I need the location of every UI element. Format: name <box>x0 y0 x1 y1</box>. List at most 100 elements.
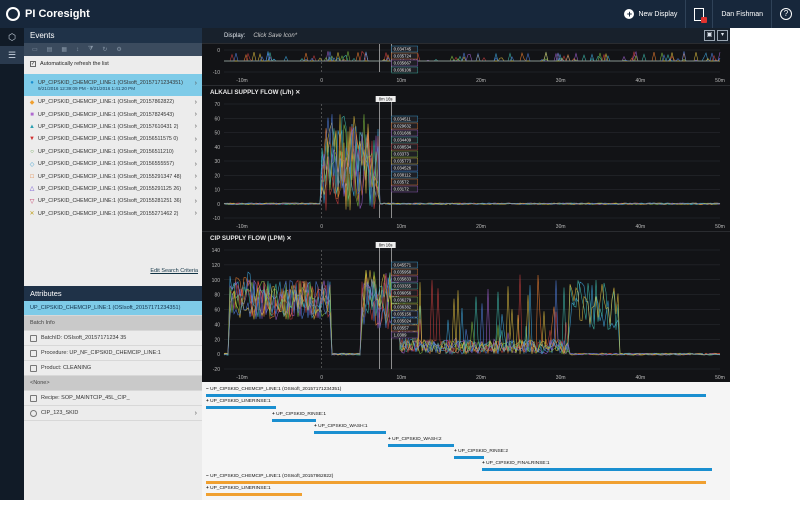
attributes-group-batch-info[interactable]: Batch Info <box>24 316 202 331</box>
x-tick-label: 10m <box>396 375 406 381</box>
event-list-item[interactable]: ✕ UP_CIPSKID_CHEMCIP_LINE:1 (OSIsoft_2015… <box>24 208 202 220</box>
gantt-row[interactable]: + UP_CIPSKID_FINALRINSE:1 <box>482 461 712 472</box>
auto-refresh-checkbox[interactable]: ✓ <box>30 60 36 67</box>
trend-series-line <box>223 126 721 205</box>
gantt-row[interactable]: + UP_CIPSKID_LINERINSE:1 <box>206 399 276 410</box>
y-tick-label: 20 <box>214 173 220 179</box>
attribute-icon <box>30 394 37 402</box>
settings-icon[interactable]: ⚙ <box>116 46 121 53</box>
gantt-timeline[interactable]: − UP_CIPSKID_CHEMCIP_LINE:1 (OSIsoft_201… <box>202 382 730 500</box>
gantt-row[interactable]: + UP_CIPSKID_RINSE:2 <box>454 449 508 459</box>
filter-icon[interactable]: ⧩ <box>88 46 93 53</box>
dropdown-icon[interactable]: ▾ <box>717 30 728 41</box>
cursor-value: 0.036279 <box>394 298 412 303</box>
event-list-item[interactable]: □ UP_CIPSKID_CHEMCIP_LINE:1 (OSIsoft_2015… <box>24 170 202 182</box>
y-tick-label: 70 <box>214 102 220 108</box>
plus-icon: + <box>624 9 635 19</box>
event-list-item[interactable]: ▲ UP_CIPSKID_CHEMCIP_LINE:1 (OSIsoft_2015… <box>24 121 202 133</box>
gantt-row[interactable]: + UP_CIPSKID_LINERINSE:1 <box>206 486 302 497</box>
event-list-item[interactable]: ▽ UP_CIPSKID_CHEMCIP_LINE:1 (OSIsoft_2015… <box>24 195 202 207</box>
help-button[interactable]: ? <box>771 0 800 28</box>
floppy-icon[interactable]: ▣ <box>704 30 715 41</box>
gantt-label: − UP_CIPSKID_CHEMCIP_LINE:1 (OSIsoft_201… <box>206 473 334 479</box>
attributes-selected-event[interactable]: UP_CIPSKID_CHEMCIP_LINE:1 (OSIsoft_20157… <box>24 301 202 316</box>
auto-refresh-row[interactable]: ✓ Automatically refresh the list <box>24 56 202 71</box>
rail-events-button[interactable]: ☰ <box>0 46 24 64</box>
event-list-item[interactable]: ◆ UP_CIPSKID_CHEMCIP_LINE:1 (OSIsoft_2015… <box>24 96 202 108</box>
pi-logo-icon <box>6 7 20 21</box>
event-list-item[interactable]: ○ UP_CIPSKID_CHEMCIP_LINE:1 (OSIsoft_2015… <box>24 146 202 158</box>
top-bar: PI Coresight + New Display Dan Fishman ? <box>0 0 800 28</box>
refresh-icon[interactable]: ↻ <box>102 46 107 53</box>
x-tick-label: 10m <box>396 78 406 84</box>
gantt-row[interactable]: − UP_CIPSKID_CHEMCIP_LINE:1 (OSIsoft_201… <box>206 387 706 397</box>
attribute-label: Recipe: SOP_MAINTCIP_45L_CIP_ <box>41 395 130 401</box>
x-tick-label: 30m <box>556 375 566 381</box>
event-label: UP_CIPSKID_CHEMCIP_LINE:1 (OSIsoft_20156… <box>38 136 179 143</box>
x-tick-label: -10m <box>236 375 247 381</box>
gantt-label: + UP_CIPSKID_LINERINSE:1 <box>206 399 271 405</box>
y-tick-label: -20 <box>213 367 220 373</box>
attribute-batch-id[interactable]: BatchID: OSIsoft_20157171234 35 <box>24 331 202 346</box>
event-list-item[interactable]: ▼ UP_CIPSKID_CHEMCIP_LINE:1 (OSIsoft_2015… <box>24 133 202 145</box>
attribute-label: Product: CLEANING <box>41 365 92 371</box>
gantt-label: + UP_CIPSKID_FINALRINSE:1 <box>482 461 550 467</box>
compare-icon[interactable]: ▭ <box>32 46 38 53</box>
trend-pane-alkali-supply-flow[interactable]: 70 60 50 40 30 20 10 0 -10 -10m 0 10m 20m 30m 40m 50m 8m… <box>202 85 730 231</box>
chevron-right-icon: › <box>194 197 197 205</box>
edit-search-criteria-link[interactable]: Edit Search Criteria <box>150 268 198 274</box>
gantt-row[interactable]: + UP_CIPSKID_WASH:1 <box>314 424 386 435</box>
gantt-row[interactable]: + UP_CIPSKID_RINSE:1 <box>272 411 326 422</box>
series-marker-icon: ▲ <box>29 123 35 130</box>
attributes-group-none[interactable]: <None> <box>24 376 202 391</box>
gantt-bar <box>272 418 316 422</box>
trend-chart: 0 -10 -10m 0 10m 20m 30m 40m 50m 0.034745 0.035724… <box>213 44 725 84</box>
new-display-button[interactable]: + New Display <box>616 0 685 28</box>
event-list-item[interactable]: ◇ UP_CIPSKID_CHEMCIP_LINE:1 (OSIsoft_2015… <box>24 158 202 170</box>
trend-series-line <box>223 114 721 207</box>
alerts-button[interactable] <box>685 0 712 28</box>
app-logo[interactable]: PI Coresight <box>6 7 90 21</box>
sort-icon[interactable]: ↕ <box>76 47 79 53</box>
gantt-label: − UP_CIPSKID_CHEMCIP_LINE:1 (OSIsoft_201… <box>206 387 342 392</box>
left-rail: ⬡ ☰ <box>0 28 24 506</box>
attribute-recipe[interactable]: Recipe: SOP_MAINTCIP_45L_CIP_ <box>24 391 202 406</box>
x-tick-label: 30m <box>556 224 566 230</box>
y-tick-label: 30 <box>214 159 220 165</box>
attribute-icon <box>30 334 37 342</box>
series-marker-icon: ◇ <box>29 161 35 168</box>
list-icon[interactable]: ▤ <box>47 46 53 53</box>
attribute-product[interactable]: Product: CLEANING <box>24 361 202 376</box>
series-marker-icon: ▽ <box>29 198 35 205</box>
trend-series-line <box>223 123 720 209</box>
y-tick-label: 0 <box>217 202 220 208</box>
attribute-procedure[interactable]: Procedure: UP_NF_CIPSKID_CHEMCIP_LINE:1 <box>24 346 202 361</box>
grid-icon[interactable]: ▦ <box>61 46 67 53</box>
trend-pane-cip-supply-flow[interactable]: 140 120 100 80 60 40 20 0 -20 -10m 0 10m 20m 30m 40m 50… <box>202 231 730 382</box>
cursor-value: 1.0389 <box>394 333 407 338</box>
trend-pane-top[interactable]: 0 -10 -10m 0 10m 20m 30m 40m 50m 0.034745 0.035724… <box>202 43 730 85</box>
x-tick-label: 40m <box>635 224 645 230</box>
user-menu[interactable]: Dan Fishman <box>712 0 771 28</box>
cursor-badge-label: 8m 16s <box>379 242 393 247</box>
event-label: UP_CIPSKID_CHEMCIP_LINE:1 (OSIsoft_20157… <box>38 123 179 130</box>
display-area: Display: Click Save Icon* ▣ ▾ 0 -10 -10m 0 1… <box>202 28 730 500</box>
gantt-bar <box>206 493 302 497</box>
y-tick-label: 60 <box>214 116 220 122</box>
chevron-right-icon: › <box>194 123 197 131</box>
chevron-right-icon: › <box>194 80 197 87</box>
gantt-row[interactable]: − UP_CIPSKID_CHEMCIP_LINE:1 (OSIsoft_201… <box>206 473 706 484</box>
event-list-item[interactable]: ● UP_CIPSKID_CHEMCIP_LINE:1 (OSIsoft_2015… <box>24 74 202 96</box>
attribute-skid[interactable]: CIP_123_SKID › <box>24 406 202 421</box>
cursor-value: 0.035024 <box>394 319 412 324</box>
display-tools: ▣ ▾ <box>704 30 728 41</box>
cursor-value: 0.031686 <box>394 131 412 136</box>
gantt-row[interactable]: + UP_CIPSKID_WASH:2 <box>388 436 454 447</box>
rail-cube-button[interactable]: ⬡ <box>0 28 24 46</box>
series-marker-icon: ■ <box>30 111 34 118</box>
event-list-item[interactable]: ■ UP_CIPSKID_CHEMCIP_LINE:1 (OSIsoft_2015… <box>24 108 202 120</box>
event-list-item[interactable]: △ UP_CIPSKID_CHEMCIP_LINE:1 (OSIsoft_2015… <box>24 183 202 195</box>
gantt-label: + UP_CIPSKID_WASH:1 <box>314 424 368 430</box>
attributes-body: UP_CIPSKID_CHEMCIP_LINE:1 (OSIsoft_20157… <box>24 301 202 421</box>
x-tick-label: 10m <box>396 224 406 230</box>
